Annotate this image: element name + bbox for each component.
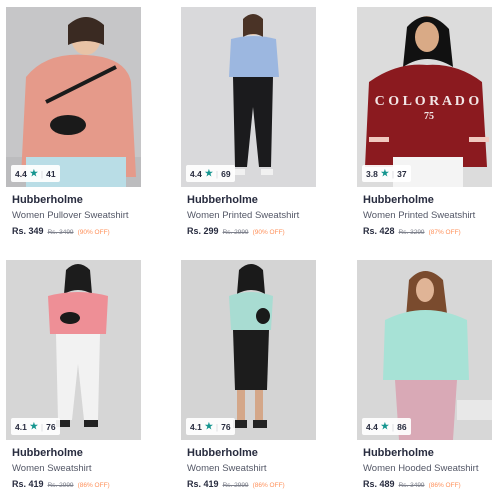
product-brand[interactable]: Hubberholme	[363, 447, 434, 459]
product-mrp: Rs. 2999	[47, 482, 74, 489]
product-card[interactable]: 4.4 ★ | 41 Hubberholme Women Pullover Sw…	[6, 7, 141, 236]
product-mrp: Rs. 3499	[47, 229, 74, 236]
product-brand[interactable]: Hubberholme	[187, 194, 258, 206]
product-image[interactable]: 4.4 ★ | 86	[357, 260, 492, 440]
price-row: Rs. 419 Rs. 2999 (86% OFF)	[187, 479, 285, 489]
rating-separator: |	[215, 421, 219, 432]
product-title[interactable]: Women Hooded Sweatshirt	[363, 463, 478, 474]
star-icon: ★	[29, 421, 38, 431]
product-title[interactable]: Women Printed Sweatshirt	[187, 210, 299, 221]
product-title[interactable]: Women Pullover Sweatshirt	[12, 210, 129, 221]
product-image[interactable]: 4.1 ★ | 76	[6, 260, 141, 440]
product-discount: (86% OFF)	[428, 482, 461, 489]
rating-value: 4.4	[15, 168, 27, 179]
rating-value: 4.4	[190, 168, 202, 179]
rating-count: 69	[221, 168, 231, 179]
product-title[interactable]: Women Sweatshirt	[12, 463, 92, 474]
price-row: Rs. 419 Rs. 2999 (86% OFF)	[12, 479, 110, 489]
product-image[interactable]: 4.4 ★ | 41	[6, 7, 141, 187]
product-image[interactable]: 4.4 ★ | 69	[181, 7, 316, 187]
svg-text:75: 75	[424, 111, 434, 122]
product-price: Rs. 489	[363, 479, 395, 489]
product-mrp: Rs. 2999	[222, 482, 249, 489]
product-price: Rs. 428	[363, 226, 395, 236]
product-brand[interactable]: Hubberholme	[187, 447, 258, 459]
product-discount: (90% OFF)	[77, 229, 110, 236]
rating-badge: 4.4 ★ | 41	[11, 165, 60, 182]
product-card[interactable]: 4.1 ★ | 76 Hubberholme Women Sweatshirt …	[181, 260, 316, 489]
rating-value: 4.1	[190, 421, 202, 432]
rating-badge: 3.8 ★ | 37	[362, 165, 411, 182]
price-row: Rs. 428 Rs. 3299 (87% OFF)	[363, 226, 461, 236]
star-icon: ★	[204, 421, 213, 431]
rating-badge: 4.4 ★ | 69	[186, 165, 235, 182]
rating-count: 76	[221, 421, 231, 432]
rating-count: 37	[397, 168, 407, 179]
rating-count: 41	[46, 168, 56, 179]
star-icon: ★	[380, 168, 389, 178]
product-brand[interactable]: Hubberholme	[12, 194, 83, 206]
product-photo	[6, 260, 141, 440]
product-discount: (87% OFF)	[428, 229, 461, 236]
product-image[interactable]: C O L O R A D O 75 3.8 ★ | 37	[357, 7, 492, 187]
price-row: Rs. 349 Rs. 3499 (90% OFF)	[12, 226, 110, 236]
product-discount: (90% OFF)	[252, 229, 285, 236]
product-photo	[357, 260, 492, 440]
rating-value: 3.8	[366, 168, 378, 179]
rating-separator: |	[391, 168, 395, 179]
rating-value: 4.4	[366, 421, 378, 432]
price-row: Rs. 489 Rs. 3499 (86% OFF)	[363, 479, 461, 489]
product-card[interactable]: 4.1 ★ | 76 Hubberholme Women Sweatshirt …	[6, 260, 141, 489]
product-card[interactable]: 4.4 ★ | 86 Hubberholme Women Hooded Swea…	[357, 260, 492, 489]
product-image[interactable]: 4.1 ★ | 76	[181, 260, 316, 440]
product-brand[interactable]: Hubberholme	[12, 447, 83, 459]
rating-separator: |	[40, 168, 44, 179]
star-icon: ★	[29, 168, 38, 178]
rating-separator: |	[215, 168, 219, 179]
product-mrp: Rs. 3499	[398, 482, 425, 489]
rating-count: 76	[46, 421, 56, 432]
star-icon: ★	[204, 168, 213, 178]
rating-badge: 4.4 ★ | 86	[362, 418, 411, 435]
product-card[interactable]: C O L O R A D O 75 3.8 ★ | 37 Hubberholm…	[357, 7, 492, 236]
product-photo	[6, 7, 141, 187]
product-discount: (86% OFF)	[252, 482, 285, 489]
rating-badge: 4.1 ★ | 76	[11, 418, 60, 435]
product-photo: C O L O R A D O 75	[357, 7, 492, 187]
product-price: Rs. 419	[187, 479, 219, 489]
rating-value: 4.1	[15, 421, 27, 432]
product-discount: (86% OFF)	[77, 482, 110, 489]
product-mrp: Rs. 2999	[222, 229, 249, 236]
price-row: Rs. 299 Rs. 2999 (90% OFF)	[187, 226, 285, 236]
product-brand[interactable]: Hubberholme	[363, 194, 434, 206]
rating-count: 86	[397, 421, 407, 432]
product-card[interactable]: 4.4 ★ | 69 Hubberholme Women Printed Swe…	[181, 7, 316, 236]
product-title[interactable]: Women Printed Sweatshirt	[363, 210, 475, 221]
rating-separator: |	[391, 421, 395, 432]
rating-separator: |	[40, 421, 44, 432]
product-price: Rs. 349	[12, 226, 44, 236]
rating-badge: 4.1 ★ | 76	[186, 418, 235, 435]
product-price: Rs. 299	[187, 226, 219, 236]
product-price: Rs. 419	[12, 479, 44, 489]
star-icon: ★	[380, 421, 389, 431]
product-mrp: Rs. 3299	[398, 229, 425, 236]
svg-text:C O L O R A D O: C O L O R A D O	[375, 94, 480, 109]
product-photo	[181, 7, 316, 187]
product-photo	[181, 260, 316, 440]
product-title[interactable]: Women Sweatshirt	[187, 463, 267, 474]
